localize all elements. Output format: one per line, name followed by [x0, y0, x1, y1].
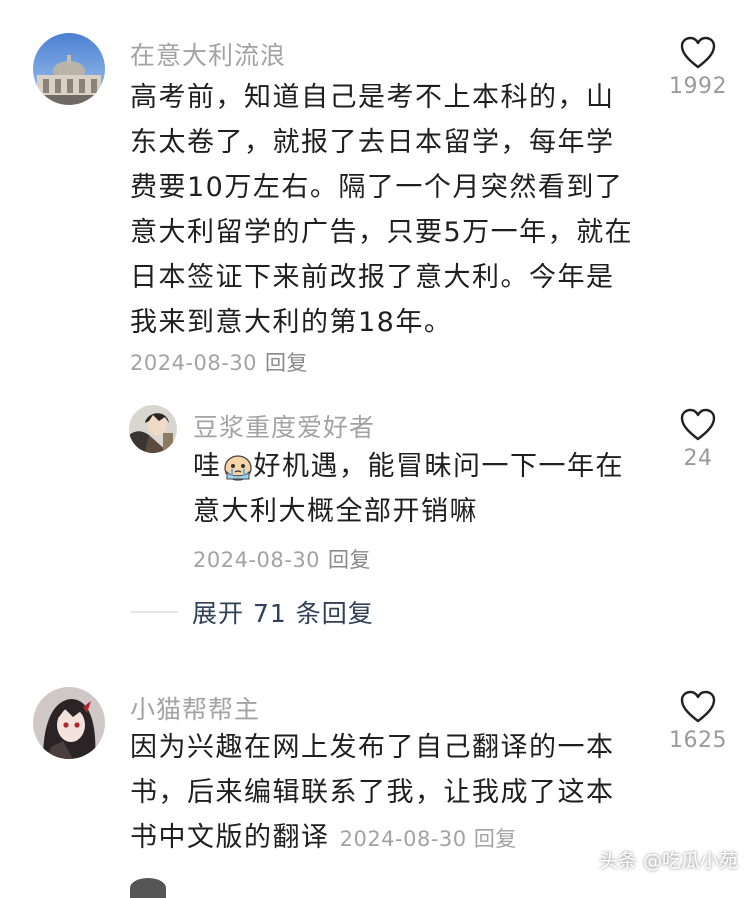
- timestamp: 2024-08-30: [193, 548, 321, 572]
- like-button[interactable]: 1992: [653, 36, 743, 99]
- anime-character-avatar: [129, 405, 177, 453]
- comment-text: 因为兴趣在网上发布了自己翻译的一本 书，后来编辑联系了我，让我成了这本 书中文版…: [130, 725, 615, 862]
- timestamp: 2024-08-30: [130, 351, 258, 375]
- like-count: 1625: [669, 728, 727, 753]
- like-count: 24: [683, 446, 713, 471]
- comment-text-start: 哇: [193, 451, 222, 482]
- heart-icon: [680, 690, 716, 723]
- crying-face-emoji: [223, 450, 253, 481]
- like-count: 1992: [669, 74, 727, 99]
- like-button[interactable]: 24: [653, 408, 743, 471]
- comment-meta: 2024-08-30 回复: [340, 827, 517, 851]
- reply-button[interactable]: 回复: [265, 351, 308, 375]
- comment-meta: 2024-08-30 回复: [193, 544, 371, 574]
- like-button[interactable]: 1625: [653, 690, 743, 753]
- cathedral-photo-avatar: [33, 33, 105, 105]
- comment-text: 哇 好机遇，能冒昧问一下一年在 意大利大概全部开销嘛: [193, 444, 624, 534]
- heart-icon: [680, 408, 716, 441]
- username[interactable]: 在意大利流浪: [130, 36, 286, 72]
- anime-girl-avatar: [33, 687, 105, 759]
- expand-replies[interactable]: 展开 71 条回复: [130, 592, 374, 632]
- expand-replies-label[interactable]: 展开 71 条回复: [192, 594, 374, 630]
- next-comment-avatar: [130, 878, 166, 898]
- reply-button[interactable]: 回复: [328, 548, 371, 572]
- timestamp: 2024-08-30: [339, 827, 467, 851]
- comment-text-rest: 好机遇，能冒昧问一下一年在 意大利大概全部开销嘛: [193, 451, 624, 527]
- watermark: 头条 @吃瓜小苑: [598, 850, 738, 872]
- divider: [130, 611, 178, 613]
- heart-icon: [680, 36, 716, 69]
- avatar[interactable]: [129, 405, 177, 453]
- username[interactable]: 豆浆重度爱好者: [193, 408, 375, 444]
- avatar[interactable]: [33, 33, 105, 105]
- comment-meta: 2024-08-30 回复: [130, 347, 308, 377]
- avatar[interactable]: [33, 687, 105, 759]
- reply-button[interactable]: 回复: [474, 827, 517, 851]
- username[interactable]: 小猫帮帮主: [130, 690, 260, 726]
- comment-text: 高考前，知道自己是考不上本科的，山 东太卷了，就报了去日本留学，每年学 费要10…: [130, 82, 634, 338]
